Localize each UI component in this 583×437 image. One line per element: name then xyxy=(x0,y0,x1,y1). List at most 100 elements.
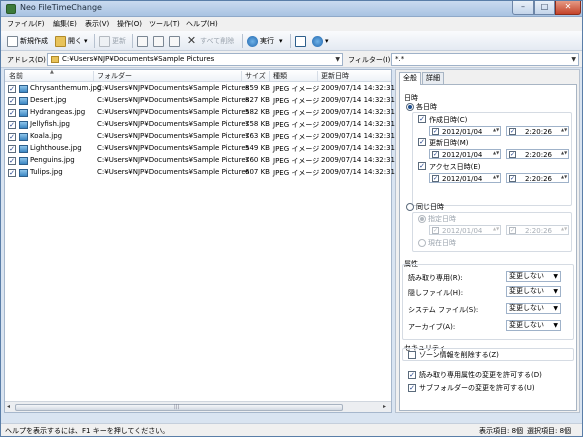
column-divider[interactable] xyxy=(269,71,270,81)
created-date-check[interactable]: ✓ xyxy=(432,128,439,135)
archive-select[interactable]: 変更しない ▼ xyxy=(506,320,561,331)
file-list[interactable]: 名前 ▲ フォルダー サイズ 種類 更新日時 ✓ Chrysanthemum.j… xyxy=(4,69,395,413)
horizontal-scrollbar[interactable]: ◂ ||| ▸ xyxy=(5,401,391,412)
table-row[interactable]: ✓ Penguins.jpg C:¥Users¥NJP¥Documents¥Sa… xyxy=(5,155,395,167)
same-datetime-radio[interactable] xyxy=(406,203,414,211)
cell-size: 549 KB xyxy=(245,144,270,152)
system-select[interactable]: 変更しない ▼ xyxy=(506,303,561,314)
created-date-field[interactable]: ✓ 2012/01/04 ▲▼ xyxy=(429,126,501,136)
accessed-date-field[interactable]: ✓ 2012/01/04 ▲▼ xyxy=(429,173,501,183)
run-button[interactable]: 実行 xyxy=(247,34,274,48)
accessed-time-check[interactable]: ✓ xyxy=(509,175,516,182)
table-row[interactable]: ✓ Chrysanthemum.jpg C:¥Users¥NJP¥Documen… xyxy=(5,83,395,95)
created-time-check[interactable]: ✓ xyxy=(509,128,516,135)
filter-label: フィルター(I) xyxy=(348,56,391,64)
menu-file[interactable]: ファイル(F) xyxy=(7,19,45,29)
table-row[interactable]: ✓ Tulips.jpg C:¥Users¥NJP¥Documents¥Samp… xyxy=(5,167,395,179)
remove-zone-checkbox[interactable] xyxy=(408,351,416,359)
new-button[interactable]: 新規作成 xyxy=(7,34,48,48)
modified-time-field[interactable]: ✓ 2:20:26 ▲▼ xyxy=(506,149,569,159)
modified-checkbox[interactable]: ✓ xyxy=(418,138,426,146)
accessed-time-field[interactable]: ✓ 2:20:26 ▲▼ xyxy=(506,173,569,183)
readonly-select[interactable]: 変更しない ▼ xyxy=(506,271,561,282)
row-checkbox[interactable]: ✓ xyxy=(8,97,16,105)
column-divider[interactable] xyxy=(93,71,94,81)
filter-input[interactable]: *.* ▼ xyxy=(391,53,579,66)
modified-time-check[interactable]: ✓ xyxy=(509,151,516,158)
col-header-type[interactable]: 種類 xyxy=(273,71,287,81)
menu-edit[interactable]: 編集(E) xyxy=(53,19,77,29)
row-checkbox[interactable]: ✓ xyxy=(8,85,16,93)
spin-icon[interactable]: ▲▼ xyxy=(493,227,499,234)
tab-general[interactable]: 全般 xyxy=(399,72,421,85)
table-row[interactable]: ✓ Lighthouse.jpg C:¥Users¥NJP¥Documents¥… xyxy=(5,143,395,155)
delete-all-button[interactable]: すべて削除 xyxy=(200,34,234,48)
tab-details[interactable]: 詳細 xyxy=(422,72,444,84)
specified-date-check[interactable]: ✓ xyxy=(432,227,439,234)
cell-size: 763 KB xyxy=(245,132,270,140)
col-header-size[interactable]: サイズ xyxy=(245,71,266,81)
spin-icon[interactable]: ▲▼ xyxy=(561,128,567,135)
scroll-right-icon[interactable]: ▸ xyxy=(383,403,386,410)
menu-view[interactable]: 表示(V) xyxy=(85,19,109,29)
hidden-select[interactable]: 変更しない ▼ xyxy=(506,286,561,297)
column-divider[interactable] xyxy=(317,71,318,81)
delete-button[interactable]: ✕ xyxy=(186,34,199,48)
spin-icon[interactable]: ▲▼ xyxy=(561,227,567,234)
each-datetime-radio[interactable] xyxy=(406,103,414,111)
spin-icon[interactable]: ▲▼ xyxy=(561,175,567,182)
row-checkbox[interactable]: ✓ xyxy=(8,157,16,165)
title-bar[interactable]: Neo FileTimeChange – □ ✕ xyxy=(1,1,582,17)
spin-icon[interactable]: ▲▼ xyxy=(493,128,499,135)
chevron-down-icon[interactable]: ▼ xyxy=(335,54,340,65)
specified-date-field[interactable]: ✓ 2012/01/04 ▲▼ xyxy=(429,225,501,235)
chevron-down-icon[interactable]: ▼ xyxy=(571,54,576,65)
address-input[interactable]: C:¥Users¥NJP¥Documents¥Sample Pictures ▼ xyxy=(47,53,343,66)
add-folder-button[interactable] xyxy=(153,34,166,48)
col-header-folder[interactable]: フォルダー xyxy=(97,71,132,81)
allow-subfolder-checkbox[interactable]: ✓ xyxy=(408,384,416,392)
allow-readonly-checkbox[interactable]: ✓ xyxy=(408,371,416,379)
row-checkbox[interactable]: ✓ xyxy=(8,145,16,153)
menu-help[interactable]: ヘルプ(H) xyxy=(186,19,218,29)
row-checkbox[interactable]: ✓ xyxy=(8,121,16,129)
spin-icon[interactable]: ▲▼ xyxy=(561,151,567,158)
table-row[interactable]: ✓ Jellyfish.jpg C:¥Users¥NJP¥Documents¥S… xyxy=(5,119,395,131)
refresh-button[interactable]: 更新 xyxy=(99,34,126,48)
created-time-field[interactable]: ✓ 2:20:26 ▲▼ xyxy=(506,126,569,136)
current-datetime-radio[interactable] xyxy=(418,239,426,247)
modified-date-field[interactable]: ✓ 2012/01/04 ▲▼ xyxy=(429,149,501,159)
spin-icon[interactable]: ▲▼ xyxy=(493,151,499,158)
columns-button[interactable] xyxy=(295,34,308,48)
scroll-left-icon[interactable]: ◂ xyxy=(7,403,10,410)
row-checkbox[interactable]: ✓ xyxy=(8,109,16,117)
specified-time-check[interactable]: ✓ xyxy=(509,227,516,234)
menu-tools[interactable]: ツール(T) xyxy=(149,19,180,29)
row-checkbox[interactable]: ✓ xyxy=(8,169,16,177)
add-files-button[interactable] xyxy=(137,34,150,48)
table-row[interactable]: ✓ Hydrangeas.jpg C:¥Users¥NJP¥Documents¥… xyxy=(5,107,395,119)
run-dropdown-button[interactable]: ▾ xyxy=(279,34,283,48)
column-divider[interactable] xyxy=(241,71,242,81)
row-checkbox[interactable]: ✓ xyxy=(8,133,16,141)
help-button[interactable]: ▾ xyxy=(312,34,329,48)
minimize-button[interactable]: – xyxy=(512,1,534,15)
accessed-checkbox[interactable]: ✓ xyxy=(418,162,426,170)
edit-button[interactable] xyxy=(169,34,182,48)
scroll-thumb[interactable]: ||| xyxy=(15,404,343,411)
col-header-name[interactable]: 名前 xyxy=(9,71,23,81)
accessed-date-check[interactable]: ✓ xyxy=(432,175,439,182)
spin-icon[interactable]: ▲▼ xyxy=(493,175,499,182)
specified-time-field[interactable]: ✓ 2:20:26 ▲▼ xyxy=(506,225,569,235)
menu-operation[interactable]: 操作(O) xyxy=(117,19,142,29)
table-row[interactable]: ✓ Koala.jpg C:¥Users¥NJP¥Documents¥Sampl… xyxy=(5,131,395,143)
created-checkbox[interactable]: ✓ xyxy=(418,115,426,123)
open-dropdown-icon[interactable]: ▾ xyxy=(84,37,88,45)
modified-date-check[interactable]: ✓ xyxy=(432,151,439,158)
specified-datetime-radio[interactable] xyxy=(418,215,426,223)
col-header-modified[interactable]: 更新日時 xyxy=(321,71,349,81)
table-row[interactable]: ✓ Desert.jpg C:¥Users¥NJP¥Documents¥Samp… xyxy=(5,95,395,107)
close-button[interactable]: ✕ xyxy=(555,1,581,15)
maximize-button[interactable]: □ xyxy=(534,1,555,15)
open-button[interactable]: 開く ▾ xyxy=(55,34,88,48)
